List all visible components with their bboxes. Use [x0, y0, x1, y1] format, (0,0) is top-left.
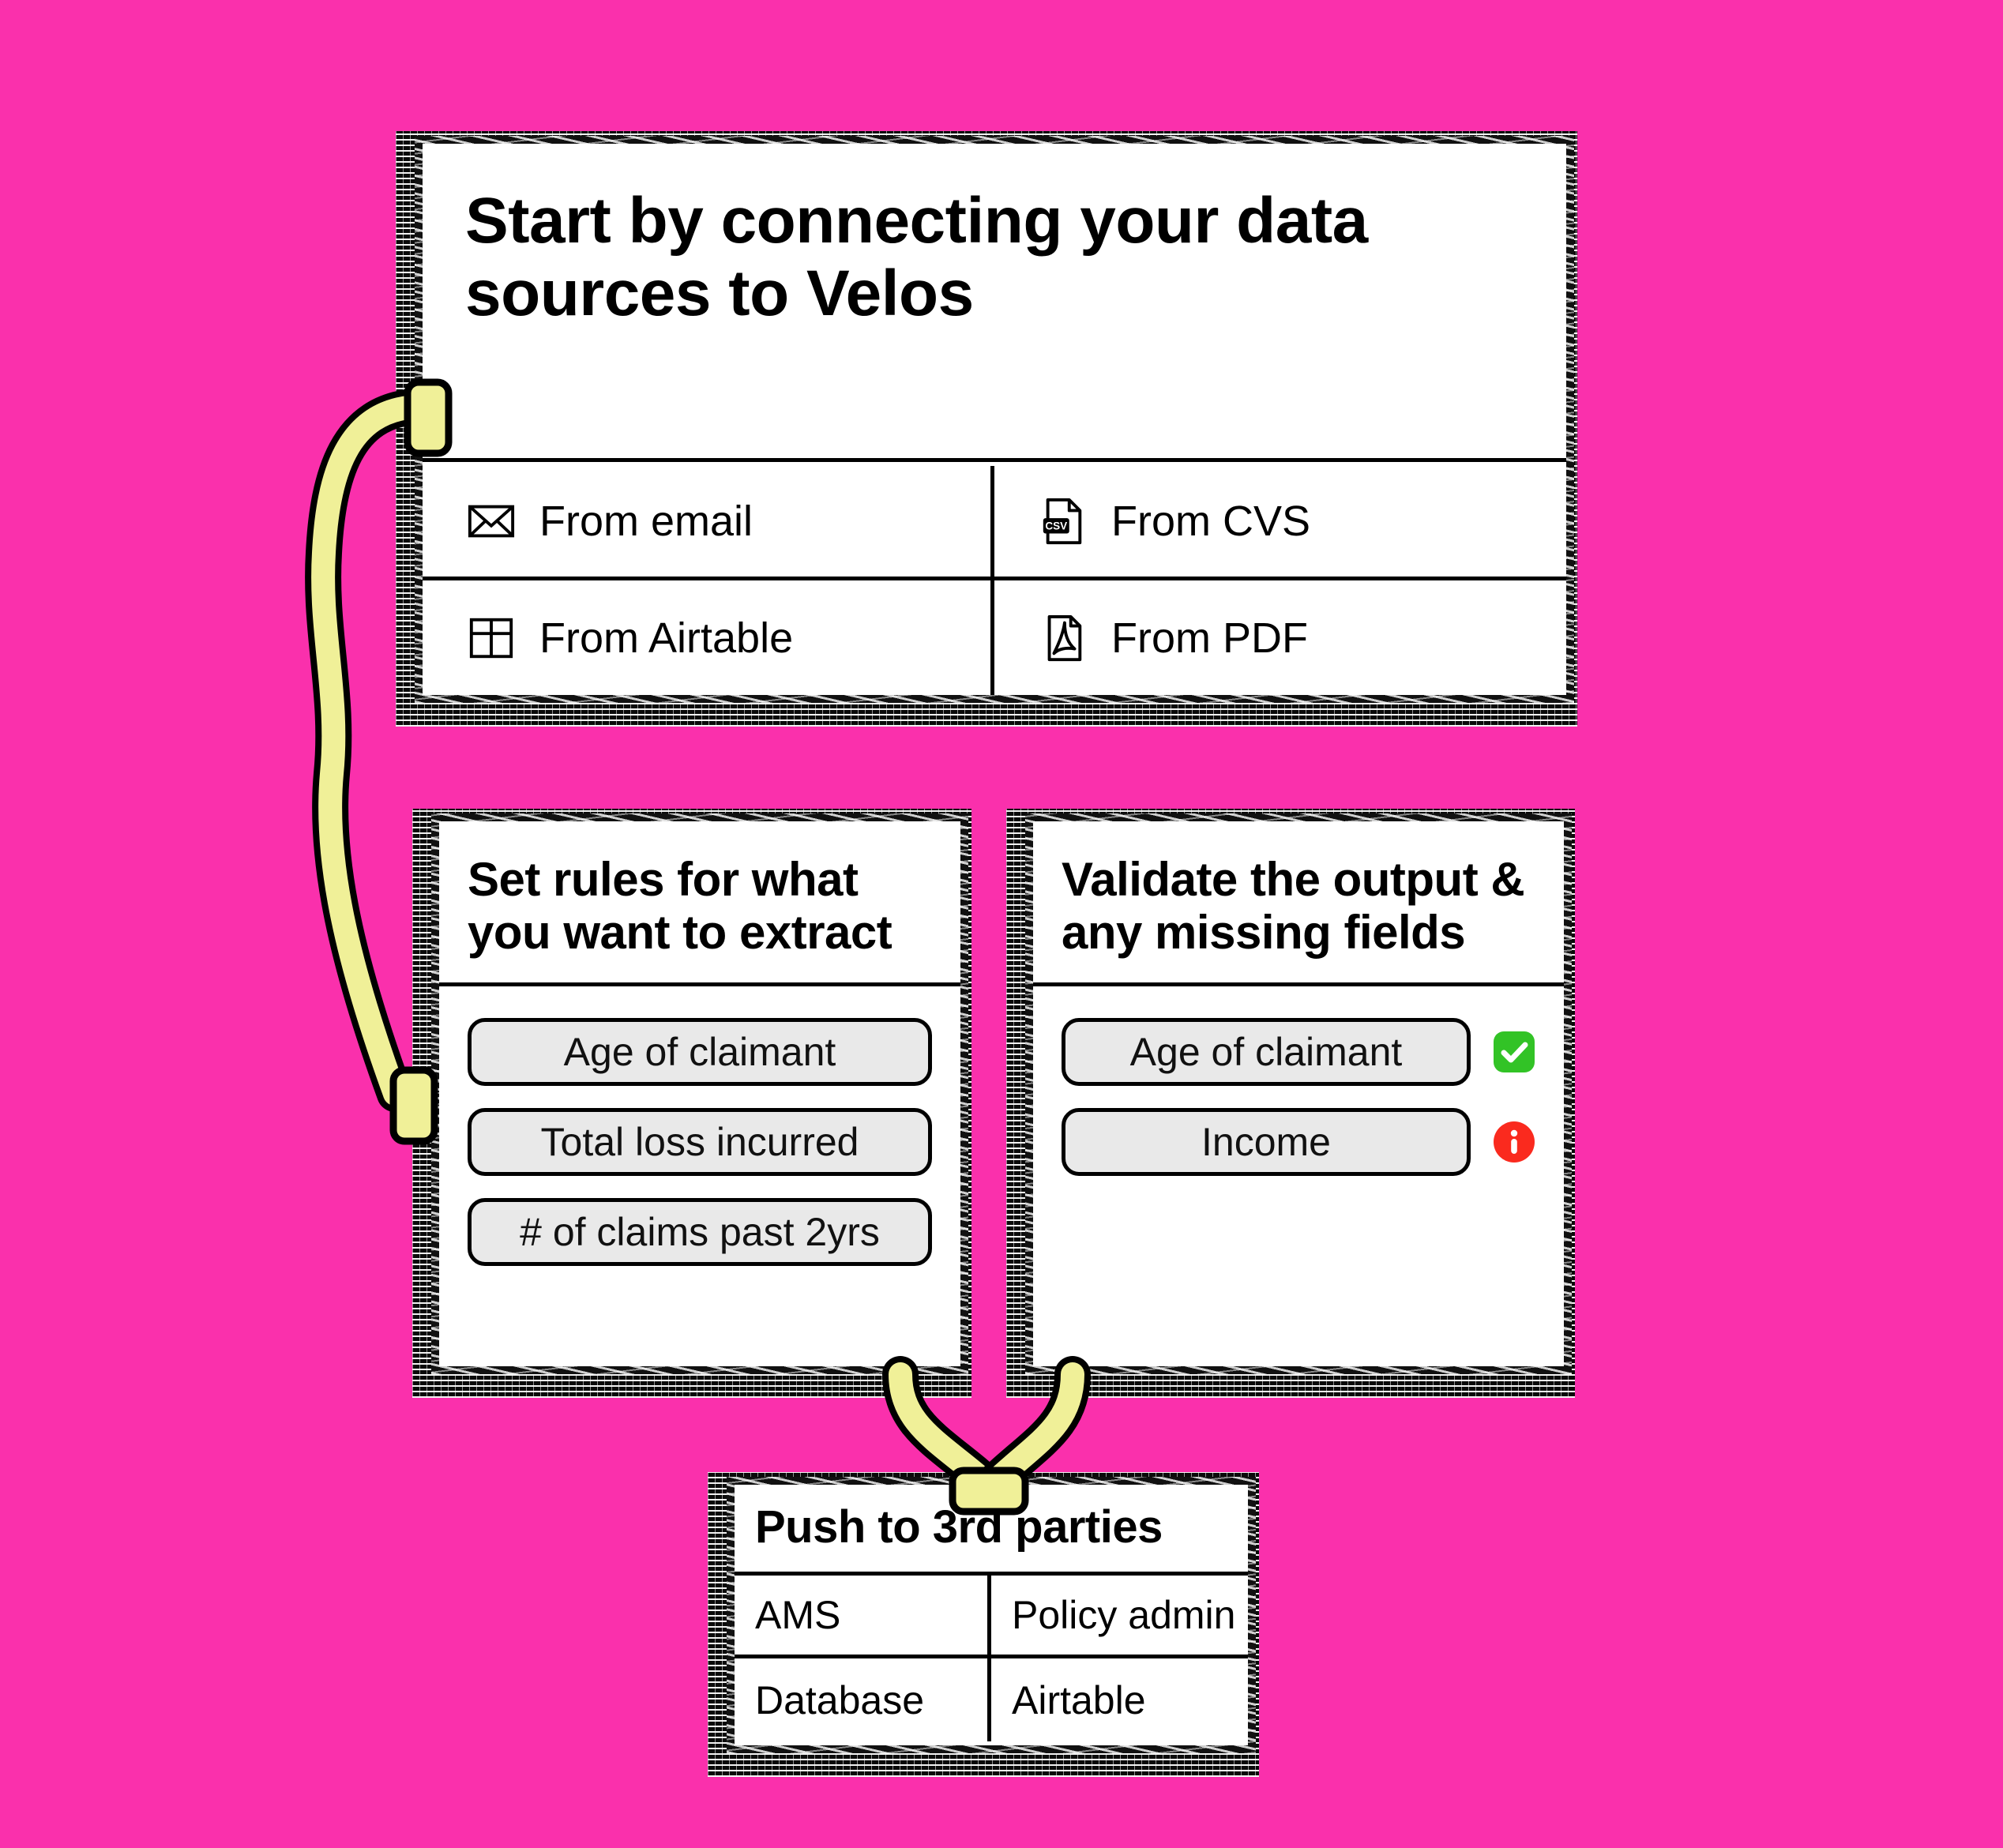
- sources-card-title: Start by connecting your data sources to…: [465, 185, 1368, 329]
- card-body: Set rules for what you want to extract A…: [439, 821, 960, 1366]
- push-targets-grid: AMS Policy admin Database Airtable: [735, 1576, 1248, 1741]
- source-item-label: From PDF: [1111, 614, 1308, 662]
- connector-sources-to-rules: [305, 389, 434, 1112]
- push-target[interactable]: Airtable: [991, 1658, 1248, 1741]
- card-push-to-3rd-parties[interactable]: Push to 3rd parties AMS Policy admin Dat…: [708, 1472, 1259, 1777]
- push-target[interactable]: AMS: [735, 1576, 991, 1658]
- envelope-icon: [468, 505, 515, 538]
- csv-file-icon: CSV: [1043, 498, 1082, 545]
- svg-text:CSV: CSV: [1045, 520, 1067, 532]
- sources-divider: [423, 458, 1566, 462]
- card-validate-output[interactable]: Validate the output & any missing fields…: [1006, 809, 1575, 1398]
- diagram-canvas: Start by connecting your data sources to…: [0, 0, 2003, 1848]
- card-body: Validate the output & any missing fields…: [1033, 821, 1564, 1366]
- rule-chip[interactable]: Age of claimant: [468, 1018, 932, 1087]
- validate-chip[interactable]: Income: [1062, 1108, 1471, 1177]
- rule-chip[interactable]: # of claims past 2yrs: [468, 1198, 932, 1267]
- rules-card-title: Set rules for what you want to extract: [468, 853, 893, 960]
- connector-validate-to-push: [966, 1356, 1091, 1511]
- validate-row: Income: [1062, 1108, 1535, 1177]
- pdf-file-icon: [1047, 614, 1082, 661]
- source-item-email[interactable]: From email: [423, 466, 994, 580]
- check-badge-icon: [1494, 1031, 1535, 1073]
- validate-field-list: Age of claimant Income: [1033, 986, 1564, 1177]
- port-rules-left: [389, 1066, 438, 1145]
- connector-rules-to-push: [882, 1356, 1015, 1511]
- card-body: Push to 3rd parties AMS Policy admin Dat…: [735, 1485, 1248, 1745]
- source-item-csv[interactable]: CSV From CVS: [994, 466, 1566, 580]
- info-circle-icon: [1494, 1121, 1535, 1163]
- sources-grid: From email CSV From CVS From Airtable Fr…: [423, 466, 1566, 695]
- push-card-title: Push to 3rd parties: [755, 1501, 1163, 1553]
- grid-table-icon: [469, 618, 513, 658]
- source-item-label: From CVS: [1111, 498, 1311, 545]
- source-item-pdf[interactable]: From PDF: [994, 580, 1566, 695]
- rules-field-list: Age of claimant Total loss incurred # of…: [439, 986, 960, 1267]
- card-body: Start by connecting your data sources to…: [423, 144, 1566, 695]
- source-item-label: From email: [539, 498, 753, 545]
- validate-row: Age of claimant: [1062, 1018, 1535, 1087]
- source-item-label: From Airtable: [539, 614, 794, 662]
- validate-card-title: Validate the output & any missing fields: [1062, 853, 1525, 960]
- push-target[interactable]: Database: [735, 1658, 991, 1741]
- card-set-rules[interactable]: Set rules for what you want to extract A…: [412, 809, 971, 1398]
- card-connect-data-sources[interactable]: Start by connecting your data sources to…: [396, 131, 1577, 727]
- rule-chip[interactable]: Total loss incurred: [468, 1108, 932, 1177]
- validate-chip[interactable]: Age of claimant: [1062, 1018, 1471, 1087]
- source-item-airtable[interactable]: From Airtable: [423, 580, 994, 695]
- push-target[interactable]: Policy admin: [991, 1576, 1248, 1658]
